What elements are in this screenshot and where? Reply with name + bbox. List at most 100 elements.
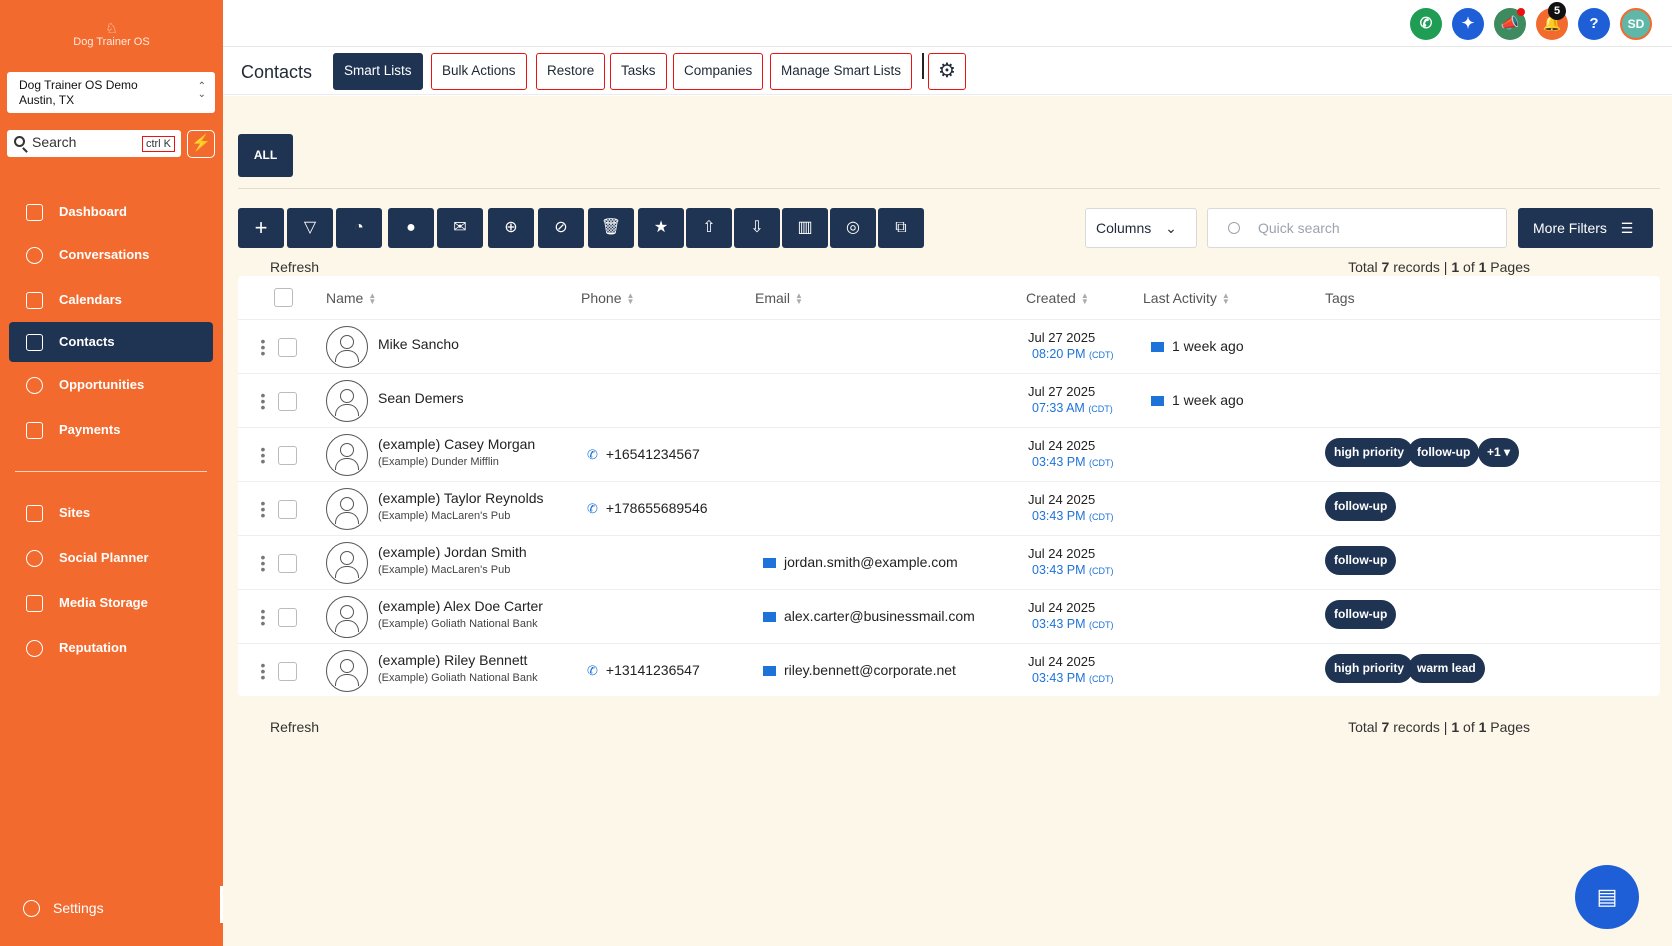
sidebar-item-social-planner[interactable]: Social Planner xyxy=(9,538,213,578)
row-checkbox[interactable] xyxy=(278,392,297,411)
tab-smart-lists[interactable]: Smart Lists xyxy=(333,53,423,90)
column-header-name[interactable]: Name ▲ ▼ xyxy=(326,290,376,306)
more-filters-button[interactable]: More Filters ☰ xyxy=(1518,208,1653,248)
chat-widget-icon[interactable]: ▤ xyxy=(1575,865,1639,929)
select-all-checkbox[interactable] xyxy=(274,288,293,307)
contact-email[interactable]: alex.carter@businessmail.com xyxy=(763,608,975,624)
table-row[interactable]: • • • (example) Alex Doe Carter (Example) … xyxy=(238,589,1660,643)
contact-name[interactable]: (example) Alex Doe Carter xyxy=(378,598,543,614)
contact-name[interactable]: (example) Taylor Reynolds xyxy=(378,490,543,506)
tab-bulk-actions[interactable]: Bulk Actions xyxy=(431,53,527,90)
column-header-created[interactable]: Created ▲ ▼ xyxy=(1026,290,1089,306)
drag-handle-icon[interactable]: • • • xyxy=(260,442,266,468)
smart-list-all-button[interactable]: ALL xyxy=(238,134,293,177)
tab-tasks[interactable]: Tasks xyxy=(610,53,667,90)
sidebar-item-conversations[interactable]: Conversations xyxy=(9,235,213,275)
row-checkbox[interactable] xyxy=(278,554,297,573)
more-tags-dropdown[interactable]: +1 ▾ xyxy=(1478,438,1520,467)
row-checkbox[interactable] xyxy=(278,446,297,465)
row-checkbox[interactable] xyxy=(278,500,297,519)
import-download-icon[interactable]: ⇩ xyxy=(734,208,780,248)
row-checkbox[interactable] xyxy=(278,662,297,681)
contact-email[interactable]: riley.bennett@corporate.net xyxy=(763,662,956,678)
contact-name[interactable]: (example) Jordan Smith xyxy=(378,544,527,560)
row-checkbox[interactable] xyxy=(278,338,297,357)
send-sms-icon[interactable]: ● xyxy=(388,208,434,248)
contact-name[interactable]: Sean Demers xyxy=(378,390,464,406)
tag-badge[interactable]: follow-up xyxy=(1325,546,1397,575)
sidebar-item-calendars[interactable]: Calendars xyxy=(9,280,213,320)
sidebar-item-opportunities[interactable]: Opportunities xyxy=(9,365,213,405)
location-city: Austin, TX xyxy=(19,93,75,107)
table-row[interactable]: • • • Mike Sancho Jul 27 2025 08:20 PM (CD… xyxy=(238,319,1660,373)
tag-badge[interactable]: follow-up xyxy=(1408,438,1480,467)
drag-handle-icon[interactable]: • • • xyxy=(260,550,266,576)
column-header-email[interactable]: Email ▲ ▼ xyxy=(755,290,803,306)
tab-restore[interactable]: Restore xyxy=(536,53,606,90)
columns-dropdown[interactable]: Columns ⌄ xyxy=(1085,208,1197,248)
drag-handle-icon[interactable]: • • • xyxy=(260,496,266,522)
sidebar-item-reputation[interactable]: Reputation xyxy=(9,628,213,668)
tag-badge[interactable]: warm lead xyxy=(1408,654,1485,683)
drag-handle-icon[interactable]: • • • xyxy=(260,334,266,360)
table-row[interactable]: • • • Sean Demers Jul 27 2025 07:33 AM (CD… xyxy=(238,373,1660,427)
contact-name[interactable]: (example) Riley Bennett xyxy=(378,652,527,668)
refresh-link-bottom[interactable]: Refresh xyxy=(270,719,319,735)
tag-badge[interactable]: high priority xyxy=(1325,438,1413,467)
whatsapp-icon[interactable]: ◎ xyxy=(830,208,876,248)
delete-trash-icon[interactable]: 🗑 xyxy=(588,208,634,248)
drag-handle-icon[interactable]: • • • xyxy=(260,604,266,630)
export-upload-icon[interactable]: ⇧ xyxy=(686,208,732,248)
sidebar-item-payments[interactable]: Payments xyxy=(9,410,213,450)
contact-phone[interactable]: ✆ +13141236547 xyxy=(587,662,700,679)
sidebar-item-contacts[interactable]: Contacts xyxy=(9,322,213,362)
time: 03:43 PM xyxy=(1032,455,1086,469)
add-contact-plus-icon[interactable]: + xyxy=(238,208,284,248)
workflow-icon[interactable]: ◔ xyxy=(336,208,382,248)
sidebar-item-sites[interactable]: Sites xyxy=(9,493,213,533)
add-tag-icon[interactable]: ⊕ xyxy=(488,208,534,248)
tag-badge[interactable]: follow-up xyxy=(1325,492,1397,521)
contact-name[interactable]: (example) Casey Morgan xyxy=(378,436,535,452)
contact-email[interactable]: jordan.smith@example.com xyxy=(763,554,958,570)
location-switcher[interactable]: Dog Trainer OS Demo Austin, TX ⌃ ⌄ xyxy=(7,72,215,113)
ai-sparkle-icon[interactable]: ✦ xyxy=(1452,8,1484,40)
column-header-phone[interactable]: Phone ▲ ▼ xyxy=(581,290,634,306)
drag-handle-icon[interactable]: • • • xyxy=(260,388,266,414)
star-icon[interactable]: ★ xyxy=(638,208,684,248)
table-row[interactable]: • • • (example) Riley Bennett (Example) Go… xyxy=(238,643,1660,697)
send-email-icon[interactable]: ✉ xyxy=(437,208,483,248)
help-icon[interactable]: ? xyxy=(1578,8,1610,40)
phone-icon[interactable]: ✆ xyxy=(1410,8,1442,40)
tag-badge[interactable]: follow-up xyxy=(1325,600,1397,629)
sidebar-item-dashboard[interactable]: Dashboard xyxy=(9,192,213,232)
column-header-last-activity[interactable]: Last Activity ▲ ▼ xyxy=(1143,290,1230,306)
tag-badge[interactable]: high priority xyxy=(1325,654,1413,683)
contact-phone[interactable]: ✆ +16541234567 xyxy=(587,446,700,463)
more-filters-label: More Filters xyxy=(1533,220,1607,236)
drag-handle-icon[interactable]: • • • xyxy=(260,658,266,684)
brand-logo[interactable]: ♘ Dog Trainer OS xyxy=(0,20,223,48)
table-row[interactable]: • • • (example) Jordan Smith (Example) Mac… xyxy=(238,535,1660,589)
remove-tag-icon[interactable]: ⊘ xyxy=(538,208,584,248)
contact-name[interactable]: Mike Sancho xyxy=(378,336,459,352)
filter-funnel-icon[interactable]: ▽ xyxy=(287,208,333,248)
company-building-icon[interactable]: ▥ xyxy=(782,208,828,248)
user-avatar[interactable]: SD xyxy=(1620,8,1652,40)
table-row[interactable]: • • • (example) Taylor Reynolds (Example) … xyxy=(238,481,1660,535)
quick-search-input[interactable]: Quick search xyxy=(1207,208,1507,248)
quick-action-bolt-icon[interactable]: ⚡ xyxy=(187,130,215,158)
table-row[interactable]: • • • (example) Casey Morgan (Example) Dun… xyxy=(238,427,1660,481)
sidebar-item-media-storage[interactable]: Media Storage xyxy=(9,583,213,623)
tab-manage-smart-lists[interactable]: Manage Smart Lists xyxy=(770,53,913,90)
created-time: 08:20 PM (CDT) xyxy=(1032,347,1114,361)
settings-gear-icon[interactable]: ⚙ xyxy=(928,53,966,90)
row-checkbox[interactable] xyxy=(278,608,297,627)
sites-icon xyxy=(26,505,43,522)
refresh-link[interactable]: Refresh xyxy=(270,259,319,275)
contact-phone[interactable]: ✆ +178655689546 xyxy=(587,500,708,517)
sidebar-item-settings[interactable]: Settings xyxy=(9,888,213,928)
search-button[interactable]: Search ctrl K xyxy=(7,130,181,157)
tab-companies[interactable]: Companies xyxy=(673,53,764,90)
merge-duplicates-icon[interactable]: ⧉ xyxy=(878,208,924,248)
